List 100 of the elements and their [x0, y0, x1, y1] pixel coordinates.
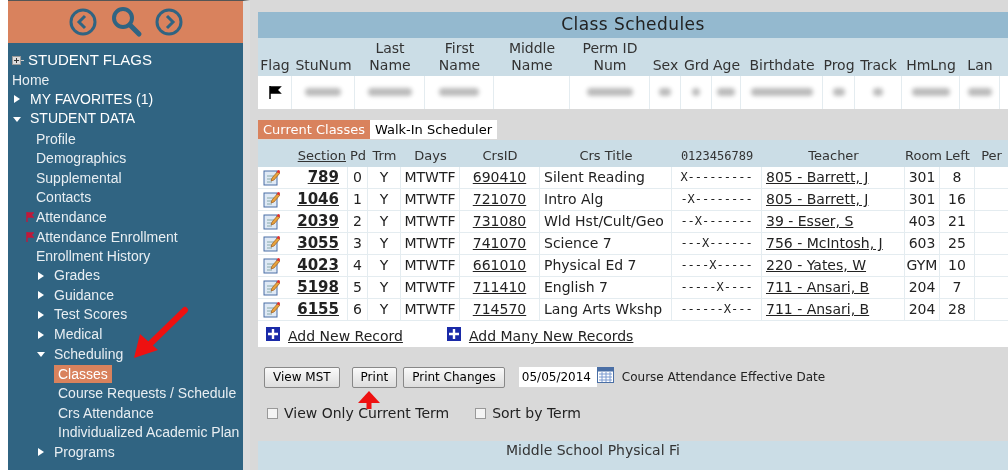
table-link[interactable]: 3055 [285, 233, 348, 254]
sidebar-item[interactable]: Medical [54, 324, 103, 345]
sidebar-item[interactable]: Scheduling [54, 343, 124, 365]
blurred-value [873, 88, 883, 97]
add-record-link[interactable]: Add New Record [288, 326, 403, 348]
table-cell: 8 [940, 167, 975, 188]
sidebar-item[interactable]: Profile [36, 129, 76, 148]
expand-arrow-icon[interactable] [36, 290, 46, 301]
table-link[interactable]: 711 - Ansari, B [762, 299, 905, 320]
column-header: Left [944, 147, 971, 166]
sidebar-item[interactable]: Individualized Academic Plan [58, 423, 240, 442]
table-cell: Y [368, 255, 401, 276]
expand-arrow-icon[interactable] [36, 309, 46, 320]
column-header: Teacher [807, 147, 860, 166]
table-link[interactable]: 789 [285, 167, 348, 188]
edit-icon[interactable] [263, 169, 280, 186]
date-field[interactable]: 05/05/2014 [518, 367, 597, 388]
table-link[interactable]: 805 - Barrett, J [762, 167, 905, 188]
table-link[interactable]: 756 - McIntosh, J [762, 233, 905, 254]
sidebar-item[interactable]: Crs Attendance [58, 403, 154, 422]
blurred-value [967, 88, 992, 97]
table-link[interactable]: 714570 [460, 299, 540, 320]
sidebar-item[interactable]: Home [12, 70, 50, 89]
table-link[interactable]: 711410 [460, 277, 540, 298]
tab[interactable]: Walk-In Scheduler [369, 119, 498, 140]
table-link[interactable]: 5198 [285, 277, 348, 298]
checkbox[interactable] [475, 408, 487, 419]
column-header[interactable]: Section [285, 146, 348, 166]
table-link[interactable]: 731080 [460, 211, 540, 232]
edit-icon[interactable] [263, 213, 280, 230]
table-link[interactable]: 4023 [285, 255, 348, 276]
expand-arrow-icon[interactable] [36, 329, 46, 340]
table-link[interactable]: 721070 [460, 189, 540, 210]
add-icon[interactable] [446, 327, 461, 341]
edit-icon[interactable] [263, 257, 280, 274]
edit-icon[interactable] [263, 279, 280, 296]
collapse-arrow-icon[interactable] [12, 114, 22, 124]
table-cell: MTWTF [401, 255, 460, 276]
table-cell: X--------- [672, 167, 762, 188]
column-header: Trm [371, 147, 398, 166]
checkbox-label: Sort by Term [492, 404, 581, 423]
column-header: Days [413, 147, 448, 166]
table-link[interactable]: 39 - Esser, S [762, 211, 905, 232]
sidebar-item[interactable]: Programs [54, 441, 115, 463]
sidebar-item[interactable]: Demographics [36, 149, 127, 168]
column-header: Perm ID Num [581, 39, 639, 75]
blurred-value [692, 88, 700, 97]
column-header: Room [905, 147, 940, 166]
column-header: Per [980, 147, 1003, 166]
sidebar-item[interactable]: Enrollment History [36, 247, 151, 266]
sidebar-item[interactable]: Grades [54, 265, 100, 287]
action-button[interactable]: View MST [264, 367, 340, 388]
expand-arrow-icon[interactable] [36, 447, 46, 458]
table-cell: English 7 [540, 277, 672, 298]
add-icon[interactable] [266, 327, 280, 341]
column-header: 0123456789 [679, 148, 755, 165]
sidebar-item[interactable]: Attendance [36, 207, 107, 226]
table-link[interactable]: 741070 [460, 233, 540, 254]
table-cell: 204 [905, 277, 940, 298]
date-label: Course Attendance Effective Date [621, 369, 826, 387]
edit-icon[interactable] [263, 301, 280, 318]
column-header: Grd [682, 56, 711, 75]
sidebar-heading[interactable]: STUDENT FLAGS [28, 49, 152, 72]
expand-arrow-icon[interactable] [36, 270, 46, 281]
sidebar-item[interactable]: Supplemental [36, 168, 122, 187]
table-cell: Lang Arts Wkshp [540, 299, 672, 320]
calendar-icon[interactable] [596, 366, 614, 383]
table-link[interactable]: 661010 [460, 255, 540, 276]
table-cell: 0 [348, 167, 368, 188]
table-link[interactable]: 690410 [460, 167, 540, 188]
expand-arrow-icon[interactable] [12, 94, 22, 105]
table-link[interactable]: 805 - Barrett, J [762, 189, 905, 210]
action-button[interactable]: Print [351, 367, 398, 388]
blurred-value [911, 88, 950, 97]
table-link[interactable]: 220 - Yates, W [762, 255, 905, 276]
table-link[interactable]: 1046 [285, 189, 348, 210]
sidebar-item[interactable]: Course Requests / Schedule [58, 384, 237, 403]
add-record-link[interactable]: Add Many New Records [468, 326, 634, 348]
table-cell: 4 [348, 255, 368, 276]
table-link[interactable]: 6155 [285, 299, 348, 320]
sidebar-item[interactable]: Attendance Enrollment [36, 227, 178, 246]
sidebar-item[interactable]: Contacts [36, 188, 92, 207]
edit-icon[interactable] [263, 235, 280, 252]
table-link[interactable]: 2039 [285, 211, 348, 232]
expand-box-icon[interactable] [12, 55, 24, 66]
column-header: CrsID [481, 147, 519, 166]
sidebar-item[interactable]: Test Scores [54, 304, 128, 326]
action-button[interactable]: Print Changes [403, 367, 505, 388]
blurred-value [717, 88, 735, 97]
edit-icon[interactable] [263, 191, 280, 208]
sidebar-item[interactable]: STUDENT DATA [30, 108, 135, 130]
blurred-value [586, 88, 633, 97]
table-link[interactable]: 711 - Ansari, B [762, 277, 905, 298]
checkbox[interactable] [267, 408, 278, 419]
table-cell: 28 [940, 299, 975, 320]
column-header: Lan [966, 56, 994, 75]
sidebar-item[interactable]: Guidance [54, 284, 114, 306]
column-header: Pd [348, 147, 368, 166]
sidebar-item[interactable]: MY FAVORITES (1) [30, 88, 154, 110]
table-cell: -X-------- [672, 189, 762, 210]
